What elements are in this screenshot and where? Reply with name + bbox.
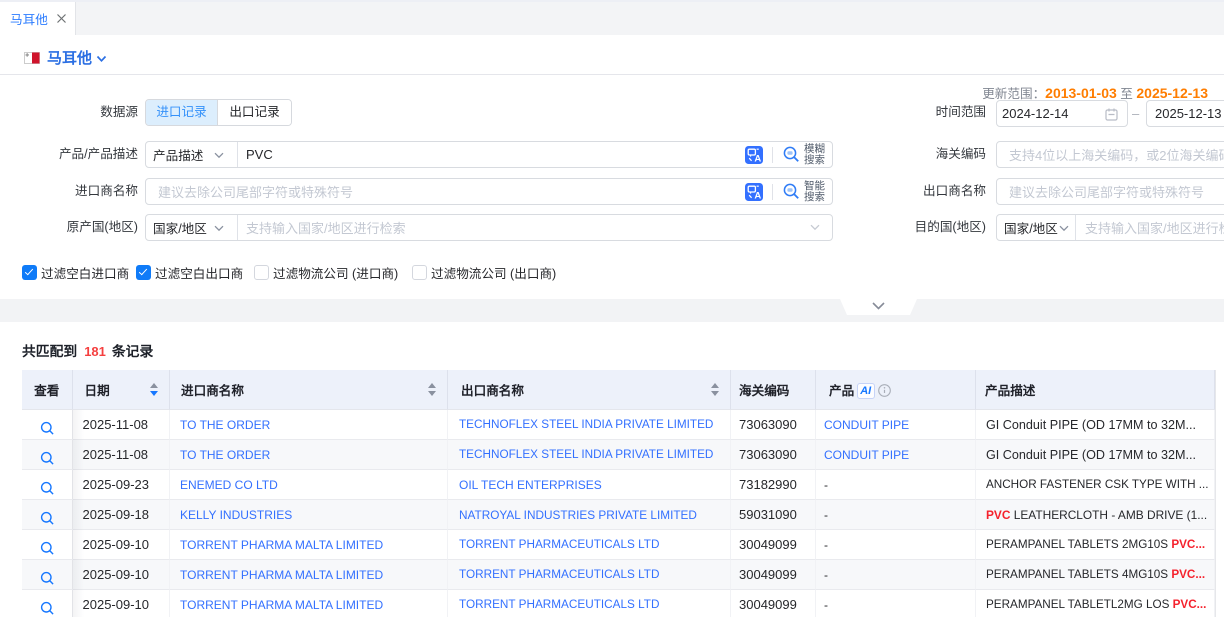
svg-text:A: A bbox=[754, 190, 761, 201]
svg-text:A: A bbox=[754, 153, 761, 164]
